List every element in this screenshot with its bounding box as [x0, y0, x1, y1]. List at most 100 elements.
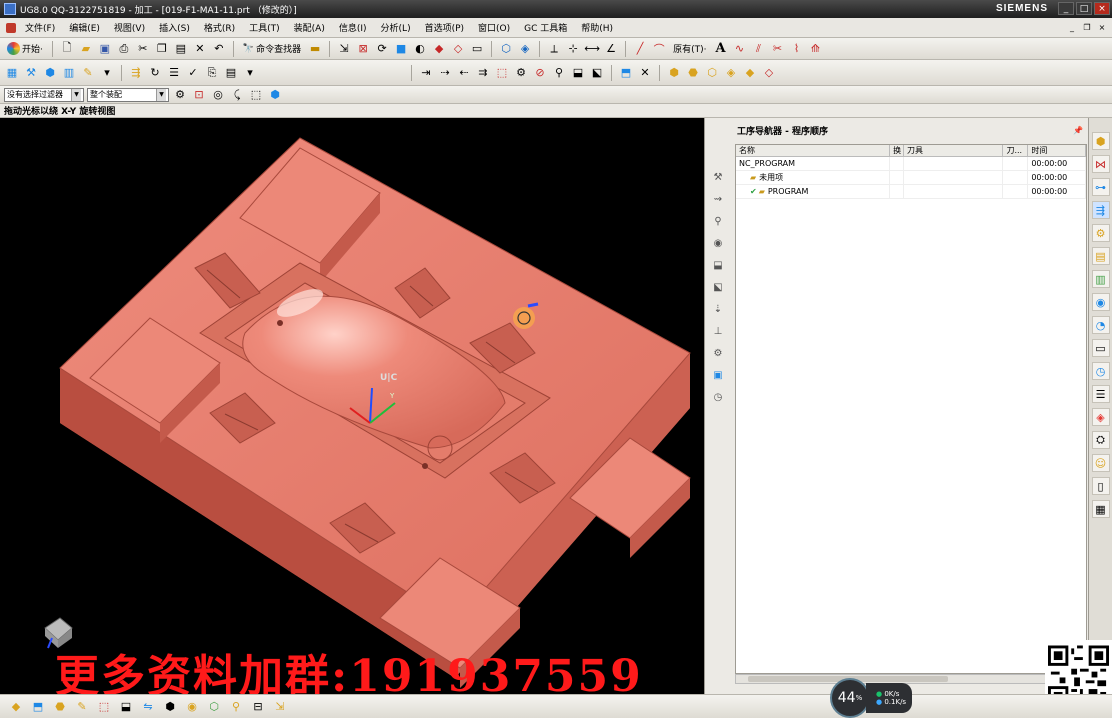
transform-icon[interactable]: ⬚ — [494, 65, 510, 81]
feed-icon[interactable]: ⇥ — [418, 65, 434, 81]
menu-window[interactable]: 窗口(O) — [471, 21, 517, 34]
depart-icon[interactable]: ⇠ — [456, 65, 472, 81]
table-row[interactable]: ▰ 未用项 00:00:00 — [736, 171, 1086, 185]
feature-navigator-icon[interactable]: ▤ — [1091, 247, 1110, 265]
material-removal-icon[interactable]: ◈ — [723, 65, 739, 81]
constraint-navigator-icon[interactable]: ⋈ — [1091, 155, 1110, 173]
program-group-icon[interactable]: ▦ — [4, 65, 20, 81]
path-icon[interactable]: ⇝ — [710, 190, 726, 208]
copy-icon[interactable]: ❐ — [154, 41, 170, 57]
cut-icon[interactable]: ✂ — [135, 41, 151, 57]
table-row[interactable]: ✔ ▰ PROGRAM 00:00:00 — [736, 185, 1086, 199]
user-roles-icon[interactable]: ☺ — [1091, 454, 1110, 472]
arc-dropdown[interactable]: 原有(T)· — [670, 42, 709, 55]
mold-plate-model[interactable]: Y U|C — [0, 118, 704, 694]
menu-information[interactable]: 信息(I) — [332, 21, 374, 34]
menu-file[interactable]: 文件(F) — [18, 21, 62, 34]
fit-view-icon[interactable]: ⊠ — [355, 41, 371, 57]
doc-close-button[interactable]: × — [1096, 22, 1108, 34]
snap-settings-icon[interactable]: ⚙ — [172, 87, 188, 103]
col-time[interactable]: 时间 — [1028, 145, 1086, 156]
clock-icon[interactable]: ◷ — [710, 388, 726, 406]
verify-path-icon[interactable]: ✓ — [185, 65, 201, 81]
tool-path-edit-icon[interactable]: ⚙ — [513, 65, 529, 81]
command-finder-button[interactable]: 🔭 命令查找器 — [240, 42, 304, 56]
assembly-display-icon[interactable]: ◇ — [761, 65, 777, 81]
list-path-icon[interactable]: ☰ — [166, 65, 182, 81]
open-folder-icon[interactable]: ▰ — [78, 41, 94, 57]
trim-icon[interactable]: ✂ — [770, 41, 786, 57]
col-name[interactable]: 名称 — [736, 145, 891, 156]
menu-gc-toolkit[interactable]: GC 工具箱 — [517, 21, 574, 34]
ruler-icon[interactable]: ▬ — [307, 41, 323, 57]
part-nav-icon[interactable]: ⬢ — [267, 87, 283, 103]
view-section-icon[interactable]: ▭ — [469, 41, 485, 57]
offset-face-icon[interactable]: ⊟ — [250, 699, 266, 715]
menu-tools[interactable]: 工具(T) — [242, 21, 287, 34]
line-icon[interactable]: ╱ — [632, 41, 648, 57]
paste-icon[interactable]: ▤ — [173, 41, 189, 57]
feature-ops-icon[interactable]: ⬢ — [666, 65, 682, 81]
shop-doc-icon[interactable]: ▤ — [223, 65, 239, 81]
network-speed-widget[interactable]: 44% ● 0K/s ● 0.1K/s — [830, 678, 914, 718]
document-icon[interactable]: ▯ — [1091, 477, 1110, 495]
web-browser-icon[interactable]: ◉ — [1091, 293, 1110, 311]
rotate-view-icon[interactable]: ⟳ — [374, 41, 390, 57]
pin-icon[interactable]: 📌 — [1073, 126, 1083, 135]
palette-icon[interactable]: ⛭ — [1091, 431, 1110, 449]
selection-scope-select[interactable]: 整个装配 ▼ — [87, 87, 169, 102]
menu-view[interactable]: 视图(V) — [107, 21, 152, 34]
box-select-icon[interactable]: ⬚ — [248, 87, 264, 103]
revolve-icon[interactable]: ⬣ — [52, 699, 68, 715]
check-gouge-icon[interactable]: ⊘ — [532, 65, 548, 81]
undo-icon[interactable]: ↶ — [211, 41, 227, 57]
part-display-icon[interactable]: ◆ — [742, 65, 758, 81]
minimize-button[interactable]: _ — [1058, 2, 1074, 15]
curve-icon[interactable]: ∿ — [732, 41, 748, 57]
selection-filter-select[interactable]: 没有选择过滤器 ▼ — [4, 87, 84, 102]
cutting-tool-icon[interactable]: ⚲ — [551, 65, 567, 81]
view-selection-icon[interactable]: ◎ — [210, 87, 226, 103]
boss-icon[interactable]: ⬡ — [206, 699, 222, 715]
shaded-cube-icon[interactable]: ■ — [393, 41, 409, 57]
edit-object-icon[interactable]: ⬒ — [618, 65, 634, 81]
system-materials-icon[interactable]: ▭ — [1091, 339, 1110, 357]
doc-restore-button[interactable]: ❐ — [1081, 22, 1093, 34]
history-icon[interactable]: ◔ — [1091, 316, 1110, 334]
generate-path-icon[interactable]: ⇶ — [128, 65, 144, 81]
delete-icon[interactable]: ✕ — [192, 41, 208, 57]
col-change[interactable]: 换 — [890, 145, 905, 156]
cutting-param-icon[interactable]: ⇉ — [475, 65, 491, 81]
create-operation-icon[interactable]: ✎ — [80, 65, 96, 81]
edges-cube-icon[interactable]: ◆ — [431, 41, 447, 57]
menu-preferences[interactable]: 首选项(P) — [418, 21, 471, 34]
print-icon[interactable]: ⎙ — [116, 41, 132, 57]
offset-curve-icon[interactable]: ⫽ — [751, 41, 767, 57]
operation-navigator-icon[interactable]: ⇶ — [1091, 201, 1110, 219]
drill-icon[interactable]: ⚲ — [710, 212, 726, 230]
hole-feature-icon[interactable]: ◉ — [184, 699, 200, 715]
approach-icon[interactable]: ⇢ — [437, 65, 453, 81]
menu-help[interactable]: 帮助(H) — [574, 21, 620, 34]
layers-icon[interactable]: ▦ — [1091, 500, 1110, 518]
menu-insert[interactable]: 插入(S) — [152, 21, 197, 34]
maximize-button[interactable]: □ — [1076, 2, 1092, 15]
turn-icon[interactable]: ⬕ — [710, 278, 726, 296]
orient-view-icon[interactable]: ⬡ — [498, 41, 514, 57]
blank-display-icon[interactable]: ⬣ — [685, 65, 701, 81]
menu-analysis[interactable]: 分析(L) — [374, 21, 418, 34]
doc-minimize-button[interactable]: _ — [1066, 22, 1078, 34]
layer-icon[interactable]: ◈ — [517, 41, 533, 57]
start-button[interactable]: 开始· — [4, 42, 46, 55]
tool-group-icon[interactable]: ⚒ — [23, 65, 39, 81]
feed-edit-icon[interactable]: ⚒ — [710, 168, 726, 186]
general-select-icon[interactable]: ⊡ — [191, 87, 207, 103]
mill-icon[interactable]: ⬓ — [710, 256, 726, 274]
surface-icon[interactable]: ◆ — [8, 699, 24, 715]
point-snap-icon[interactable]: ⤹ — [229, 87, 245, 103]
measure-angle-icon[interactable]: ∠ — [603, 41, 619, 57]
reuse-library-icon[interactable]: ▥ — [1091, 270, 1110, 288]
delete-object-icon[interactable]: ✕ — [637, 65, 653, 81]
part-navigator-icon[interactable]: ⊶ — [1091, 178, 1110, 196]
draft-icon[interactable]: ⚲ — [228, 699, 244, 715]
